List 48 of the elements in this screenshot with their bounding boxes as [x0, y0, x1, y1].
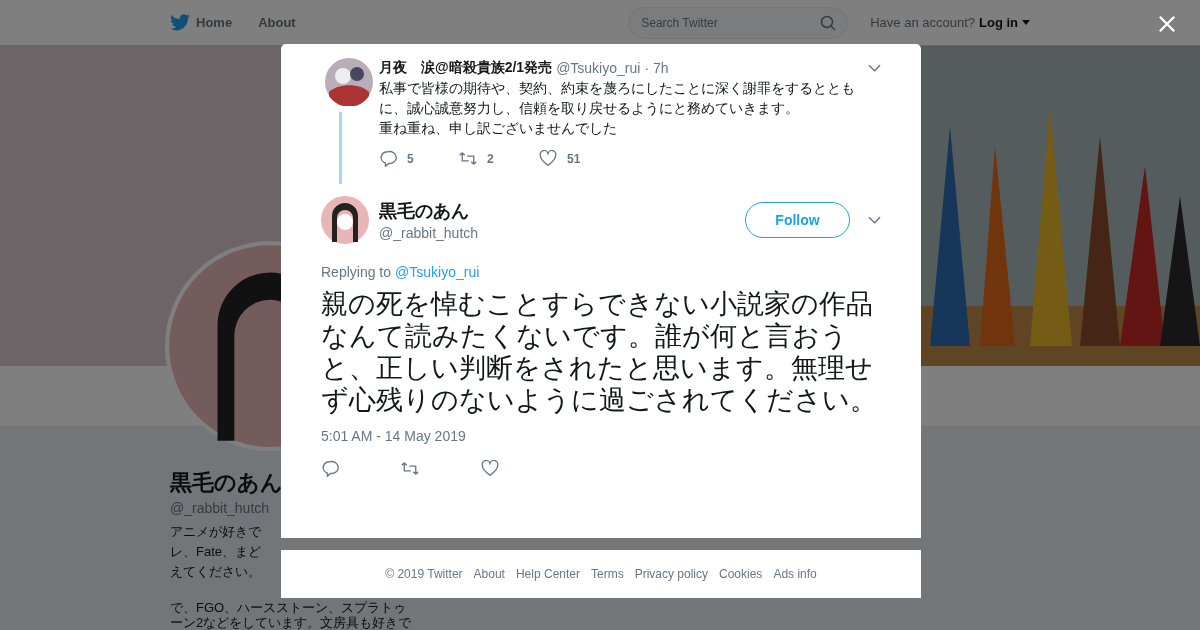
author-name: 月夜 涙@暗殺貴族2/1発売 [379, 59, 553, 77]
search-field[interactable]: Search Twitter [628, 6, 849, 39]
nav-link[interactable]: Home [196, 15, 233, 30]
action-count: 51 [567, 151, 581, 166]
chevron-icon[interactable] [868, 64, 881, 72]
heart-icon[interactable] [481, 460, 499, 477]
mention-link[interactable]: @Tsukiyo_rui [395, 264, 480, 280]
tweet-timestamp: 5:01 AM - 14 May 2019 [321, 428, 467, 444]
heart-icon[interactable] [539, 150, 557, 167]
nav-link[interactable]: About [258, 15, 296, 30]
bio-line: ーン2などをしています。文房具も好きで [170, 615, 412, 630]
author-handle: @_rabbit_hutch [379, 225, 480, 241]
search-icon [820, 14, 837, 31]
replying-label: Replying to [321, 264, 392, 280]
tweet-text: 親の死を悼むことすらできない小説家の作品なんて読みたくないです。誰が何と言おうと、正しい判断をされたと思います。無理せず心残りのないように過ごされてください。 [321, 288, 878, 416]
author-name: 黒毛のあん [379, 200, 470, 223]
tweet-text: 重ね重ね、申し訳ございませんでした [379, 119, 618, 138]
action-count: 2 [487, 151, 494, 166]
bird-icon [170, 14, 190, 31]
reply-icon[interactable] [379, 150, 397, 167]
bio-line: レ、Fate、まど [170, 544, 261, 559]
profile-name: 黒毛のあん [170, 469, 283, 497]
footer-link[interactable]: © 2019 Twitter [385, 567, 463, 581]
footer-link[interactable]: Cookies [719, 567, 763, 581]
action-count: 5 [407, 151, 414, 166]
footer-link[interactable]: Ads info [773, 567, 817, 581]
footer-link[interactable]: Terms [591, 567, 624, 581]
close-icon[interactable] [1158, 15, 1176, 33]
bio-line: アニメが好きで [170, 524, 261, 539]
avatar [325, 58, 373, 106]
reply-icon[interactable] [321, 460, 339, 477]
follow-button[interactable]: Follow [745, 202, 850, 238]
tweet-time: · 7h [644, 60, 669, 76]
account-prompt: Have an account? [870, 15, 975, 30]
author-handle: @Tsukiyo_rui [556, 60, 641, 76]
bio-line: えてください。 [170, 564, 261, 579]
profile-handle: @_rabbit_hutch [170, 500, 270, 516]
login-link[interactable]: Log in [979, 15, 1018, 30]
footer-link[interactable]: Privacy policy [634, 567, 708, 581]
retweet-icon[interactable] [459, 150, 477, 167]
chevron-icon[interactable] [868, 216, 881, 224]
bio-line: で、FGO、ハースストーン、スプラトゥ [170, 600, 407, 615]
caret-icon [1022, 20, 1030, 25]
footer-link[interactable]: Help Center [515, 567, 580, 581]
retweet-icon[interactable] [401, 460, 419, 477]
avatar [321, 196, 369, 244]
tweet-text: 私事で皆様の期待や、契約、約束を蔑ろにしたことに深く謝罪をするとともに、誠心誠意努力し、信頼を取り戻せるようにと務めていきます。 [379, 79, 856, 118]
footer-link[interactable]: About [473, 567, 505, 581]
